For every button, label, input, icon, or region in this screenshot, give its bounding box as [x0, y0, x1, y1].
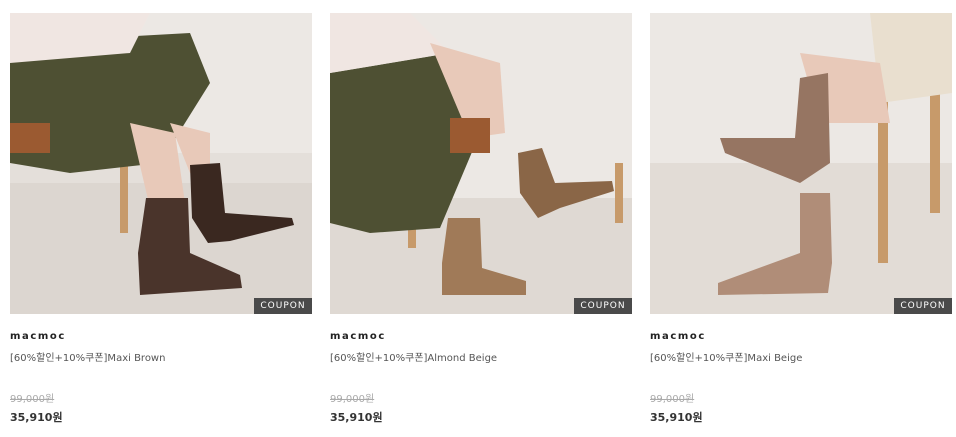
coupon-badge: COUPON	[254, 298, 312, 314]
product-brand[interactable]: macmoc	[330, 331, 386, 342]
product-grid: COUPON macmoc [60%할인+10%쿠폰]Maxi Brown 99…	[0, 0, 956, 437]
original-price: 99,000원	[650, 394, 695, 405]
coupon-badge: COUPON	[574, 298, 632, 314]
product-name[interactable]: [60%할인+10%쿠폰]Almond Beige	[330, 349, 497, 364]
product-photo-almond-beige	[330, 13, 632, 314]
product-name[interactable]: [60%할인+10%쿠폰]Maxi Brown	[10, 349, 165, 364]
product-photo-maxi-brown	[10, 13, 312, 314]
sale-price: 35,910원	[650, 411, 703, 424]
original-price: 99,000원	[10, 394, 55, 405]
product-brand[interactable]: macmoc	[650, 331, 706, 342]
product-name[interactable]: [60%할인+10%쿠폰]Maxi Beige	[650, 349, 802, 364]
coupon-badge: COUPON	[894, 298, 952, 314]
original-price: 99,000원	[330, 394, 375, 405]
product-photo-maxi-beige	[650, 13, 952, 314]
product-image[interactable]: COUPON	[10, 13, 312, 314]
product-image[interactable]: COUPON	[650, 13, 952, 314]
product-card[interactable]: COUPON macmoc [60%할인+10%쿠폰]Almond Beige …	[330, 13, 632, 433]
sale-price: 35,910원	[330, 411, 383, 424]
product-image[interactable]: COUPON	[330, 13, 632, 314]
sale-price: 35,910원	[10, 411, 63, 424]
product-card[interactable]: COUPON macmoc [60%할인+10%쿠폰]Maxi Beige 99…	[650, 13, 952, 433]
product-card[interactable]: COUPON macmoc [60%할인+10%쿠폰]Maxi Brown 99…	[10, 13, 312, 433]
product-brand[interactable]: macmoc	[10, 331, 66, 342]
